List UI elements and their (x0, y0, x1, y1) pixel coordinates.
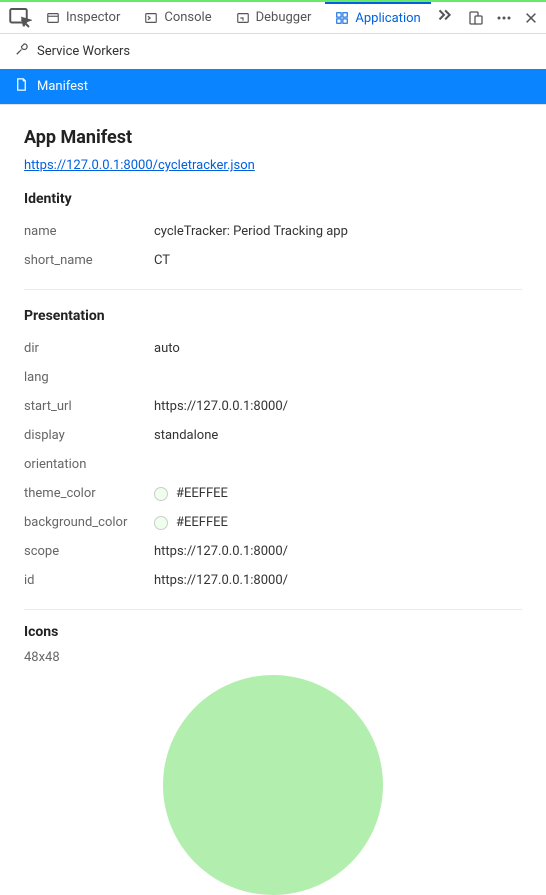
tab-application-label: Application (355, 11, 420, 26)
element-picker-button[interactable] (8, 6, 32, 30)
responsive-mode-button[interactable] (468, 10, 484, 26)
row-orientation: orientation (24, 450, 522, 479)
icon-size-label: 48x48 (24, 650, 522, 665)
key-value: https://127.0.0.1:8000/ (154, 573, 288, 588)
key-label: background_color (24, 515, 154, 530)
key-label: orientation (24, 457, 154, 472)
tab-application[interactable]: Application (325, 2, 430, 33)
tabs-overflow-button[interactable] (435, 7, 453, 29)
devtools-tab-bar: Inspector Console Debugger (0, 2, 546, 34)
key-label: theme_color (24, 486, 154, 501)
wrench-icon (14, 42, 29, 61)
color-swatch (154, 516, 168, 530)
key-label: name (24, 224, 154, 239)
sidebar-item-label: Service Workers (37, 44, 130, 59)
tab-console[interactable]: Console (134, 2, 221, 33)
tab-debugger-label: Debugger (256, 10, 312, 25)
manifest-panel: App Manifest https://127.0.0.1:8000/cycl… (0, 105, 546, 895)
row-display: display standalone (24, 421, 522, 450)
sidebar-item-label: Manifest (37, 79, 88, 94)
debugger-icon (236, 11, 250, 25)
color-swatch (154, 487, 168, 501)
row-start-url: start_url https://127.0.0.1:8000/ (24, 392, 522, 421)
row-background-color: background_color #EEFFEE (24, 508, 522, 537)
color-value: #EEFFEE (176, 515, 228, 530)
key-value: #EEFFEE (154, 486, 228, 501)
toolbar-right-controls (468, 10, 538, 26)
more-options-button[interactable] (496, 10, 512, 26)
key-label: short_name (24, 253, 154, 268)
key-value: cycleTracker: Period Tracking app (154, 224, 348, 239)
tab-inspector[interactable]: Inspector (36, 2, 130, 33)
presentation-heading: Presentation (24, 308, 522, 324)
close-devtools-button[interactable] (524, 11, 538, 25)
row-theme-color: theme_color #EEFFEE (24, 479, 522, 508)
page-title: App Manifest (24, 127, 522, 148)
inspector-icon (46, 11, 60, 25)
tab-inspector-label: Inspector (66, 10, 120, 25)
identity-heading: Identity (24, 191, 522, 207)
key-label: dir (24, 341, 154, 356)
key-label: scope (24, 544, 154, 559)
key-value: #EEFFEE (154, 515, 228, 530)
application-sidebar: Service Workers Manifest (0, 34, 546, 105)
icons-section: Icons 48x48 (24, 624, 522, 895)
tab-console-label: Console (164, 10, 211, 25)
key-label: id (24, 573, 154, 588)
key-value: standalone (154, 428, 218, 443)
row-name: name cycleTracker: Period Tracking app (24, 217, 522, 246)
document-icon (14, 77, 29, 96)
key-value: https://127.0.0.1:8000/ (154, 544, 288, 559)
row-id: id https://127.0.0.1:8000/ (24, 566, 522, 595)
key-label: display (24, 428, 154, 443)
manifest-url-link[interactable]: https://127.0.0.1:8000/cycletracker.json (24, 158, 255, 173)
icon-preview (163, 675, 383, 895)
icons-heading: Icons (24, 624, 522, 640)
key-label: lang (24, 370, 154, 385)
key-label: start_url (24, 399, 154, 414)
console-icon (144, 11, 158, 25)
row-scope: scope https://127.0.0.1:8000/ (24, 537, 522, 566)
color-value: #EEFFEE (176, 486, 228, 501)
identity-section: Identity name cycleTracker: Period Track… (24, 191, 522, 290)
sidebar-item-service-workers[interactable]: Service Workers (0, 34, 546, 69)
sidebar-item-manifest[interactable]: Manifest (0, 69, 546, 104)
row-dir: dir auto (24, 334, 522, 363)
row-lang: lang (24, 363, 522, 392)
key-value: CT (154, 253, 170, 268)
presentation-section: Presentation dir auto lang start_url htt… (24, 308, 522, 610)
tab-debugger[interactable]: Debugger (226, 2, 322, 33)
row-short-name: short_name CT (24, 246, 522, 275)
application-icon (335, 11, 349, 25)
key-value: https://127.0.0.1:8000/ (154, 399, 288, 414)
key-value: auto (154, 341, 180, 356)
